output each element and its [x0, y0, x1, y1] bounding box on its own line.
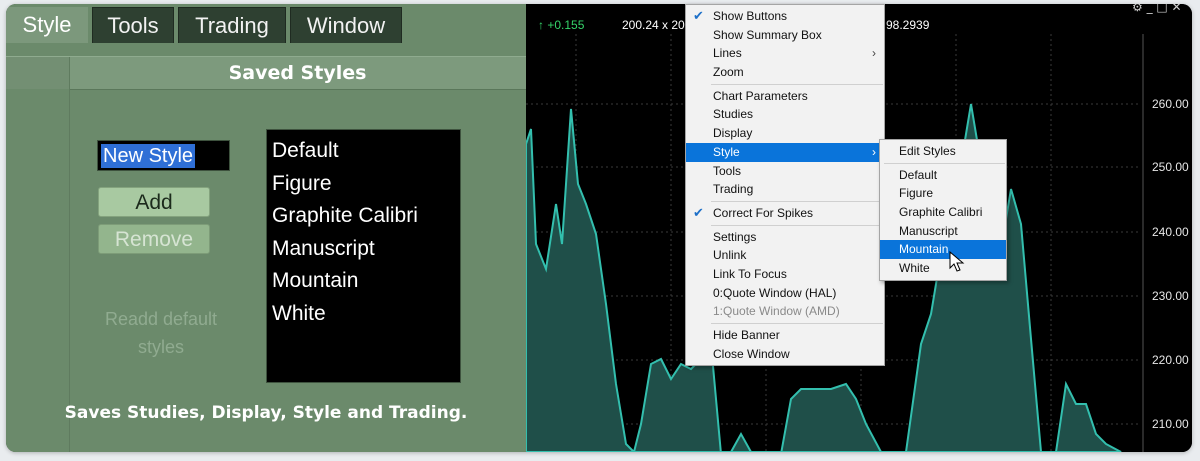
quote-last: 98.2939 [886, 18, 930, 32]
style-panel: Style Tools Trading Window Saved Styles … [6, 4, 526, 452]
header-strip [6, 57, 70, 89]
y-tick-label: 250.00 [1152, 160, 1189, 174]
menu-item-label: Zoom [713, 65, 744, 80]
check-icon: ✔ [693, 204, 704, 220]
chart-context-menu: ✔ Show Buttons Show Summary Box Lines › Zo… [685, 4, 885, 367]
price-change: ↑ +0.155 [538, 18, 585, 32]
menu-item-label: Chart Parameters [713, 88, 808, 103]
submenu-item-edit-styles[interactable]: Edit Styles [880, 142, 1006, 161]
menu-item-show-summary-box[interactable]: Show Summary Box [686, 26, 884, 45]
menu-separator [711, 224, 883, 226]
style-submenu: Edit Styles Default Figure Graphite Cali… [879, 139, 1007, 281]
menu-item-label: Close Window [713, 346, 790, 361]
submenu-item-manuscript[interactable]: Manuscript [880, 222, 1006, 241]
menu-item-label: Studies [713, 107, 754, 122]
submenu-item-default[interactable]: Default [880, 166, 1006, 185]
menu-item-label: Settings [713, 229, 757, 244]
submenu-item-graphite-calibri[interactable]: Graphite Calibri [880, 203, 1006, 222]
menu-item-label: Link To Focus [713, 266, 787, 281]
menu-item-close-window[interactable]: Close Window [686, 345, 884, 364]
menu-item-label: Manuscript [899, 223, 958, 238]
menu-separator [884, 162, 1005, 164]
submenu-item-white[interactable]: White [880, 259, 1006, 278]
submenu-item-figure[interactable]: Figure [880, 184, 1006, 203]
menu-item-label: Tools [713, 163, 742, 178]
menu-item-chart-parameters[interactable]: Chart Parameters [686, 87, 884, 106]
menu-item-correct-for-spikes[interactable]: ✔ Correct For Spikes [686, 204, 884, 223]
tab-trading[interactable]: Trading [178, 7, 286, 43]
menu-item-label: Figure [899, 186, 934, 201]
menu-item-label: Display [713, 126, 753, 141]
add-button[interactable]: Add [98, 187, 210, 217]
style-name-input[interactable]: New Style [97, 140, 230, 171]
y-tick-label: 220.00 [1152, 353, 1189, 367]
list-item[interactable]: Default [267, 135, 460, 168]
menu-item-label: Style [713, 144, 740, 159]
tab-window[interactable]: Window [290, 7, 402, 43]
menu-item-quote-window-amd: 1:Quote Window (AMD) [686, 302, 884, 321]
menu-item-label: Show Buttons [713, 9, 788, 23]
menu-item-show-buttons[interactable]: ✔ Show Buttons [686, 7, 884, 26]
menu-separator [711, 200, 883, 202]
menu-item-studies[interactable]: Studies [686, 105, 884, 124]
menu-item-quote-window-hal[interactable]: 0:Quote Window (HAL) [686, 284, 884, 303]
menu-item-label: Unlink [713, 248, 747, 263]
saved-styles-list[interactable]: Default Figure Graphite Calibri Manuscri… [266, 129, 461, 383]
style-name-selected-text: New Style [101, 144, 196, 168]
app-window: Style Tools Trading Window Saved Styles … [6, 4, 1192, 452]
list-item[interactable]: Figure [267, 168, 460, 201]
panel-gutter [6, 89, 70, 452]
readd-line-1: Readd default [104, 309, 218, 329]
menu-item-label: White [899, 261, 930, 276]
quote-bid-ask: 200.24 x 20 [622, 18, 685, 32]
y-tick-label: 230.00 [1152, 289, 1189, 303]
y-tick-label: 260.00 [1152, 97, 1189, 111]
menu-item-label: 1:Quote Window (AMD) [713, 304, 840, 319]
list-item[interactable]: Mountain [267, 265, 460, 298]
menu-item-settings[interactable]: Settings [686, 228, 884, 247]
list-item[interactable]: White [267, 298, 460, 331]
menu-separator [711, 323, 883, 324]
menu-item-trading[interactable]: Trading [686, 180, 884, 199]
tab-style[interactable]: Style [6, 7, 88, 43]
remove-button[interactable]: Remove [98, 224, 210, 254]
menu-item-label: Edit Styles [899, 144, 956, 158]
menu-item-label: Graphite Calibri [899, 205, 983, 220]
menu-item-lines[interactable]: Lines › [686, 44, 884, 63]
menu-item-label: Trading [713, 182, 754, 197]
panel-footer-text: Saves Studies, Display, Style and Tradin… [64, 403, 468, 423]
y-tick-label: 210.00 [1152, 417, 1189, 431]
menu-item-link-to-focus[interactable]: Link To Focus [686, 265, 884, 284]
y-tick-label: 240.00 [1152, 225, 1189, 239]
list-item[interactable]: Graphite Calibri [267, 200, 460, 233]
panel-header: Saved Styles [6, 56, 526, 90]
menu-item-label: Show Summary Box [713, 27, 822, 42]
menu-item-unlink[interactable]: Unlink [686, 246, 884, 265]
menu-item-label: Hide Banner [713, 328, 780, 342]
menu-item-label: Default [899, 167, 938, 182]
menu-item-tools[interactable]: Tools [686, 162, 884, 181]
panel-title: Saved Styles [228, 62, 367, 84]
menu-item-label: 0:Quote Window (HAL) [713, 285, 837, 300]
readd-line-2: styles [137, 337, 184, 357]
menu-item-zoom[interactable]: Zoom [686, 63, 884, 82]
menu-separator [711, 83, 883, 85]
mouse-pointer-icon [949, 251, 965, 272]
check-icon: ✔ [693, 8, 704, 23]
window-controls-icon[interactable]: ⚙ _ □ ✕ [1132, 4, 1182, 14]
submenu-item-mountain[interactable]: Mountain [880, 240, 1006, 260]
menu-item-label: Mountain [899, 242, 949, 257]
tab-bar: Style Tools Trading Window [6, 4, 526, 46]
menu-item-label: Correct For Spikes [713, 205, 814, 220]
chevron-right-icon: › [872, 46, 876, 61]
list-item[interactable]: Manuscript [267, 233, 460, 266]
menu-item-display[interactable]: Display [686, 124, 884, 143]
tab-tools[interactable]: Tools [92, 7, 174, 43]
chevron-right-icon: › [872, 144, 876, 159]
readd-default-styles-button[interactable]: Readd default styles [86, 305, 236, 361]
menu-item-label: Lines [713, 46, 742, 61]
menu-item-hide-banner[interactable]: Hide Banner [686, 326, 884, 345]
menu-item-style[interactable]: Style › [686, 142, 884, 162]
